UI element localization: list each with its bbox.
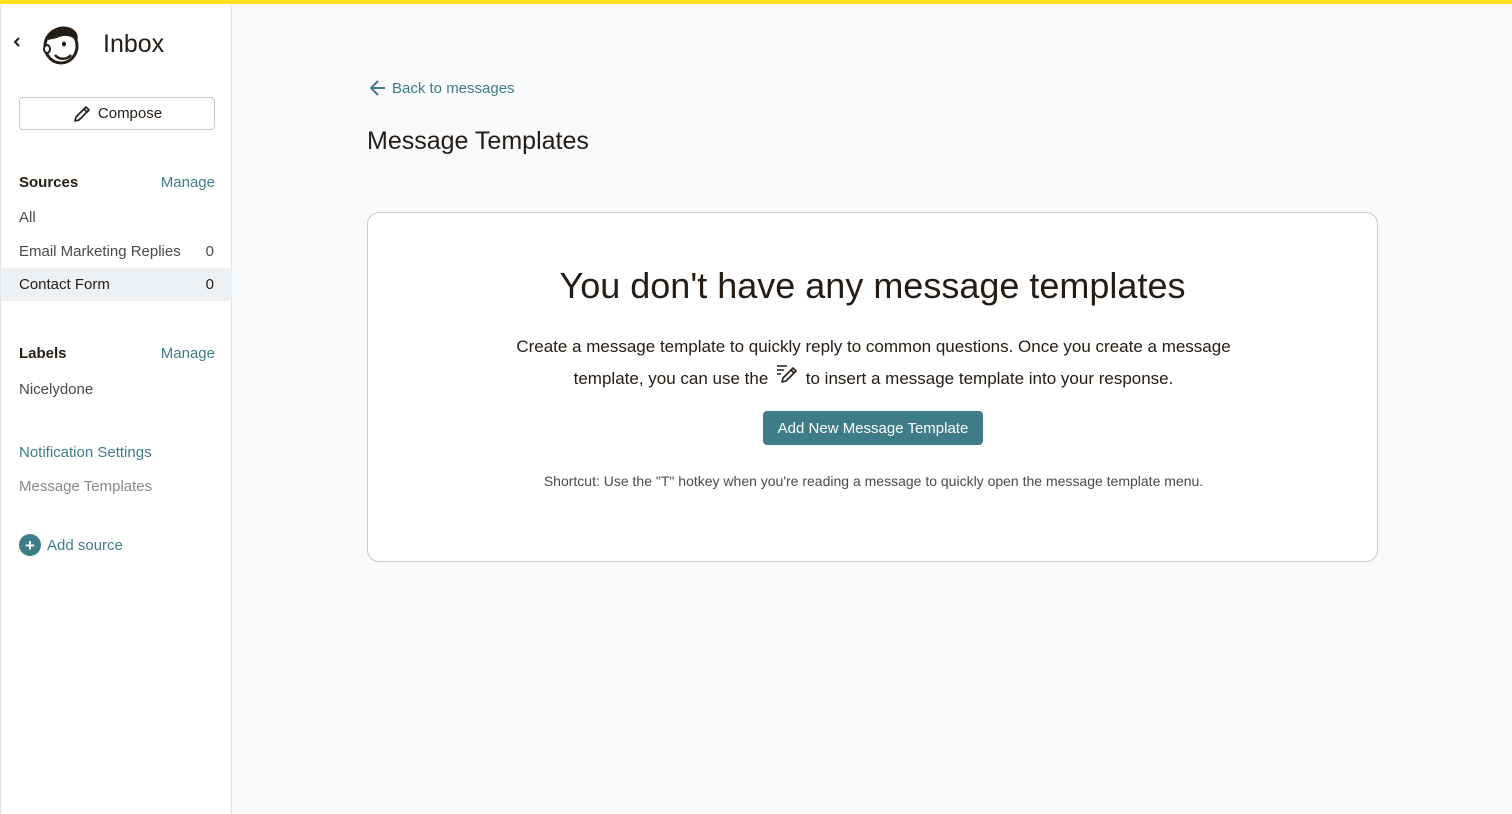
labels-manage-link[interactable]: Manage (161, 345, 215, 362)
source-item-label: Email Marketing Replies (19, 243, 181, 260)
source-item-count: 0 (205, 243, 214, 260)
source-item-label: All (19, 209, 36, 226)
app-title: Inbox (103, 30, 165, 58)
arrow-left-icon (369, 80, 385, 96)
sidebar: Inbox Compose Sources Manage All Email M… (0, 4, 232, 814)
page-title: Message Templates (367, 127, 589, 155)
label-item-label: Nicelydone (19, 381, 94, 398)
source-item-label: Contact Form (19, 276, 110, 293)
source-item-email-marketing-replies[interactable]: Email Marketing Replies 0 (1, 235, 232, 268)
empty-state-card: You don't have any message templates Cre… (367, 212, 1378, 562)
label-item-nicelydone[interactable]: Nicelydone (1, 373, 232, 406)
add-source-button[interactable]: + Add source (19, 534, 123, 556)
sources-header: Sources Manage (19, 174, 215, 191)
back-label: Back to messages (392, 79, 515, 97)
message-templates-link[interactable]: Message Templates (19, 478, 152, 495)
compose-button[interactable]: Compose (19, 97, 215, 130)
source-item-all[interactable]: All (1, 201, 232, 234)
empty-desc-part2: to insert a message template into your r… (805, 369, 1174, 388)
plus-circle-icon: + (19, 534, 41, 556)
add-source-label: Add source (47, 536, 123, 554)
compose-label: Compose (97, 105, 163, 122)
source-item-contact-form[interactable]: Contact Form 0 (1, 268, 232, 301)
add-new-message-template-button[interactable]: Add New Message Template (763, 411, 983, 445)
pencil-icon (74, 105, 90, 122)
shortcut-hint: Shortcut: Use the "T" hotkey when you're… (543, 473, 1204, 489)
empty-state-title: You don't have any message templates (559, 265, 1186, 306)
sources-manage-link[interactable]: Manage (161, 174, 215, 191)
sources-heading: Sources (19, 174, 79, 191)
sidebar-header: Inbox (1, 20, 232, 70)
labels-header: Labels Manage (19, 345, 215, 362)
freddie-logo-icon[interactable] (39, 22, 83, 66)
empty-state-description: Create a message template to quickly rep… (488, 331, 1259, 394)
template-pencil-icon (777, 365, 797, 383)
notification-settings-link[interactable]: Notification Settings (19, 444, 152, 461)
back-to-messages-link[interactable]: Back to messages (368, 78, 515, 98)
chevron-left-icon[interactable] (9, 34, 25, 50)
labels-heading: Labels (19, 345, 67, 362)
source-item-count: 0 (205, 276, 214, 293)
